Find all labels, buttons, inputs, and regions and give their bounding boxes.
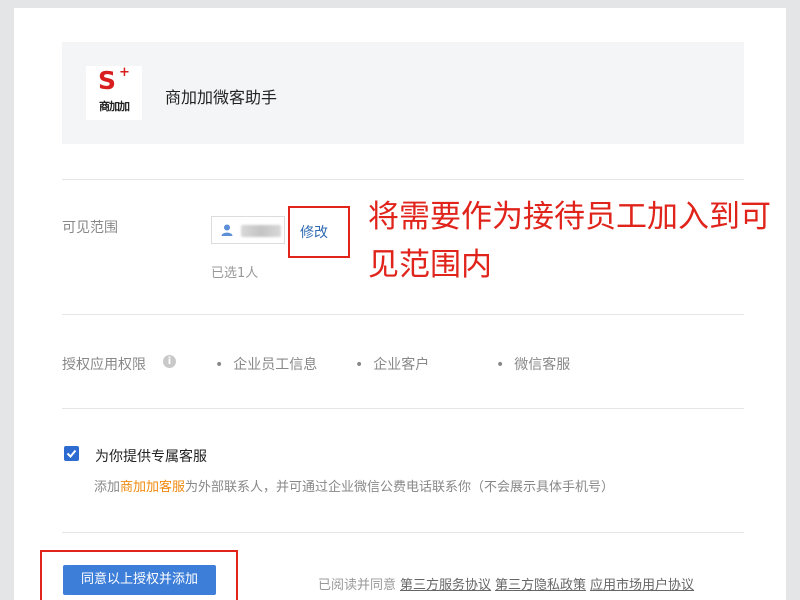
agree-and-add-button[interactable]: 同意以上授权并添加: [63, 565, 216, 595]
permission-item: • 企业客户: [355, 357, 430, 373]
link-third-party-privacy-policy[interactable]: 第三方隐私政策: [495, 578, 586, 593]
logo-mark: S: [98, 66, 117, 95]
link-app-market-user-agreement[interactable]: 应用市场用户协议: [590, 578, 694, 593]
user-icon: [221, 224, 233, 236]
divider: [62, 408, 744, 409]
selected-count: 已选1人: [211, 266, 259, 281]
customer-service-checkbox[interactable]: [64, 446, 79, 461]
selected-member-chip: [211, 216, 285, 244]
divider: [62, 314, 744, 315]
service-name-highlight: 商加加客服: [120, 480, 186, 495]
divider: [62, 532, 744, 533]
permission-item: • 企业员工信息: [215, 357, 318, 373]
annotation-text: 将需要作为接待员工加入到可见范围内: [368, 199, 771, 283]
permission-item: • 微信客服: [496, 357, 571, 373]
app-name: 商加加微客助手: [165, 88, 278, 107]
link-third-party-service-agreement[interactable]: 第三方服务协议: [400, 578, 491, 593]
info-icon[interactable]: i: [163, 355, 176, 368]
divider: [62, 179, 744, 180]
customer-service-description: 添加商加加客服为外部联系人，并可通过企业微信公费电话联系你（不会展示具体手机号）: [94, 480, 615, 495]
edit-visibility-link[interactable]: 修改: [300, 222, 328, 242]
app-logo: S + 商加加: [86, 66, 142, 120]
member-name-redacted: [241, 225, 281, 237]
customer-service-label: 为你提供专属客服: [95, 449, 207, 465]
permissions-label: 授权应用权限: [62, 357, 146, 373]
visibility-label: 可见范围: [62, 220, 118, 236]
check-icon: [66, 449, 77, 458]
logo-plus: +: [119, 65, 130, 80]
agreement-text: 已阅读并同意 第三方服务协议 第三方隐私政策 应用市场用户协议: [318, 578, 695, 593]
logo-text: 商加加: [99, 100, 130, 113]
